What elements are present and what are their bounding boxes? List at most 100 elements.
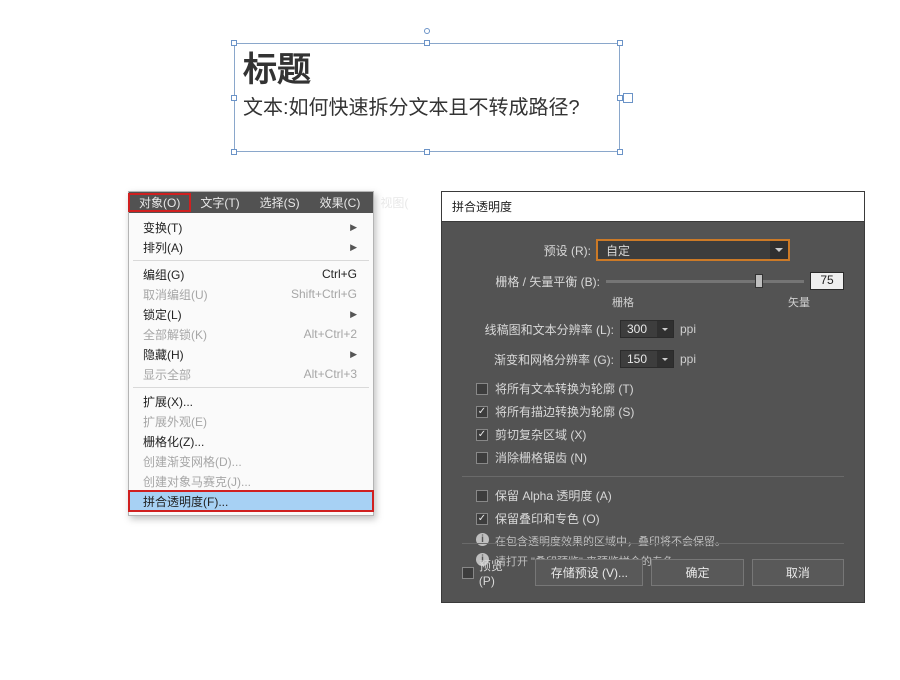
checkbox-antialias[interactable] <box>476 452 488 464</box>
menu-label: 扩展外观(E) <box>143 413 207 430</box>
menu-item-rasterize[interactable]: 栅格化(Z)... <box>129 431 373 451</box>
menu-shortcut: Alt+Ctrl+3 <box>304 367 357 381</box>
checkbox-alpha[interactable] <box>476 490 488 502</box>
chevron-right-icon: ▶ <box>350 242 357 253</box>
resize-handle[interactable] <box>617 149 623 155</box>
menu-item-unlock-all: 全部解锁(K) Alt+Ctrl+2 <box>129 324 373 344</box>
menu-label: 扩展(X)... <box>143 393 193 410</box>
text-title[interactable]: 标题 <box>243 52 611 89</box>
resize-handle[interactable] <box>424 40 430 46</box>
menu-item-transform[interactable]: 变换(T) ▶ <box>129 217 373 237</box>
checkbox-label: 保留叠印和专色 (O) <box>495 510 600 527</box>
checkbox-text-outline[interactable] <box>476 383 488 395</box>
separator <box>133 260 369 261</box>
checkbox-label: 保留 Alpha 透明度 (A) <box>495 487 612 504</box>
rotate-handle[interactable] <box>424 28 430 34</box>
menu-item-gradient-mesh: 创建渐变网格(D)... <box>129 451 373 471</box>
chevron-right-icon: ▶ <box>350 309 357 320</box>
menu-label: 排列(A) <box>143 239 183 256</box>
dialog-title: 拼合透明度 <box>442 192 864 222</box>
unit-label: ppi <box>680 322 696 336</box>
chevron-right-icon: ▶ <box>350 222 357 233</box>
resize-handle[interactable] <box>424 149 430 155</box>
menu-label: 栅格化(Z)... <box>143 433 204 450</box>
separator <box>133 387 369 388</box>
grad-res-value: 150 <box>627 352 647 366</box>
menu-label: 创建对象马赛克(J)... <box>143 473 251 490</box>
line-res-label: 线稿图和文本分辨率 (L): <box>462 321 620 338</box>
chevron-down-icon <box>657 351 673 367</box>
balance-label: 栅格 / 矢量平衡 (B): <box>462 273 606 290</box>
menu-label: 拼合透明度(F)... <box>143 493 228 510</box>
menubar-item-object[interactable]: 对象(O) <box>129 194 190 211</box>
menu-label: 显示全部 <box>143 366 191 383</box>
dropdown-menu: 变换(T) ▶ 排列(A) ▶ 编组(G) Ctrl+G 取消编组(U) Shi… <box>129 213 373 515</box>
menu-label: 变换(T) <box>143 219 182 236</box>
grad-res-field[interactable]: 150 <box>620 350 674 368</box>
checkbox-clip-complex[interactable] <box>476 429 488 441</box>
cancel-button[interactable]: 取消 <box>752 559 844 586</box>
menubar: 对象(O) 文字(T) 选择(S) 效果(C) 视图( <box>129 192 373 213</box>
menu-panel: 对象(O) 文字(T) 选择(S) 效果(C) 视图( 变换(T) ▶ 排列(A… <box>128 191 374 516</box>
menu-label: 隐藏(H) <box>143 346 184 363</box>
separator <box>462 543 844 544</box>
balance-left-label: 栅格 <box>612 294 634 310</box>
menu-item-hide[interactable]: 隐藏(H) ▶ <box>129 344 373 364</box>
menu-label: 全部解锁(K) <box>143 326 207 343</box>
save-preset-button[interactable]: 存储预设 (V)... <box>535 559 643 586</box>
textflow-handle[interactable] <box>623 93 633 103</box>
resize-handle[interactable] <box>231 149 237 155</box>
line-res-field[interactable]: 300 <box>620 320 674 338</box>
menu-shortcut: Shift+Ctrl+G <box>291 287 357 301</box>
info-text: 在包含透明度效果的区域中，叠印将不会保留。 <box>495 533 726 549</box>
menubar-item-effect[interactable]: 效果(C) <box>310 194 371 211</box>
menu-item-arrange[interactable]: 排列(A) ▶ <box>129 237 373 257</box>
chevron-down-icon <box>770 241 788 259</box>
preset-label: 预设 (R): <box>462 242 597 259</box>
selected-text-frame[interactable]: 标题 文本:如何快速拆分文本且不转成路径? <box>234 43 620 152</box>
preset-select[interactable]: 自定 <box>597 240 789 260</box>
menu-label: 编组(G) <box>143 266 184 283</box>
menu-shortcut: Ctrl+G <box>322 267 357 281</box>
checkbox-label: 剪切复杂区域 (X) <box>495 426 586 443</box>
grad-res-label: 渐变和网格分辨率 (G): <box>462 351 620 368</box>
menu-item-lock[interactable]: 锁定(L) ▶ <box>129 304 373 324</box>
info-icon: i <box>476 533 489 546</box>
menubar-item-select[interactable]: 选择(S) <box>250 194 310 211</box>
checkbox-overprint[interactable] <box>476 513 488 525</box>
text-body[interactable]: 文本:如何快速拆分文本且不转成路径? <box>243 91 611 120</box>
checkbox-label: 消除栅格锯齿 (N) <box>495 449 587 466</box>
menu-shortcut: Alt+Ctrl+2 <box>304 327 357 341</box>
resize-handle[interactable] <box>617 40 623 46</box>
chevron-down-icon <box>657 321 673 337</box>
unit-label: ppi <box>680 352 696 366</box>
checkbox-preview[interactable] <box>462 567 474 579</box>
menubar-item-view[interactable]: 视图( <box>370 194 418 211</box>
menu-item-mosaic: 创建对象马赛克(J)... <box>129 471 373 491</box>
menu-item-group[interactable]: 编组(G) Ctrl+G <box>129 264 373 284</box>
preset-value: 自定 <box>606 242 630 259</box>
balance-slider[interactable] <box>606 280 804 283</box>
balance-value[interactable]: 75 <box>810 272 844 290</box>
balance-right-label: 矢量 <box>788 294 810 310</box>
menu-item-flatten-transparency[interactable]: 拼合透明度(F)... <box>129 491 373 511</box>
menu-label: 创建渐变网格(D)... <box>143 453 242 470</box>
menu-item-expand[interactable]: 扩展(X)... <box>129 391 373 411</box>
checkbox-label: 预览 (P) <box>479 557 522 588</box>
menu-item-show-all: 显示全部 Alt+Ctrl+3 <box>129 364 373 384</box>
checkbox-label: 将所有文本转换为轮廓 (T) <box>495 380 634 397</box>
menu-item-ungroup: 取消编组(U) Shift+Ctrl+G <box>129 284 373 304</box>
checkbox-stroke-outline[interactable] <box>476 406 488 418</box>
line-res-value: 300 <box>627 322 647 336</box>
flatten-transparency-dialog: 拼合透明度 预设 (R): 自定 栅格 / 矢量平衡 (B): 75 栅格 矢量… <box>441 191 865 603</box>
slider-knob[interactable] <box>755 274 763 288</box>
ok-button[interactable]: 确定 <box>651 559 743 586</box>
chevron-right-icon: ▶ <box>350 349 357 360</box>
checkbox-label: 将所有描边转换为轮廓 (S) <box>495 403 634 420</box>
menu-label: 取消编组(U) <box>143 286 208 303</box>
menubar-item-type[interactable]: 文字(T) <box>190 194 249 211</box>
menu-item-expand-appearance: 扩展外观(E) <box>129 411 373 431</box>
menu-label: 锁定(L) <box>143 306 182 323</box>
resize-handle[interactable] <box>231 40 237 46</box>
resize-handle[interactable] <box>231 95 237 101</box>
